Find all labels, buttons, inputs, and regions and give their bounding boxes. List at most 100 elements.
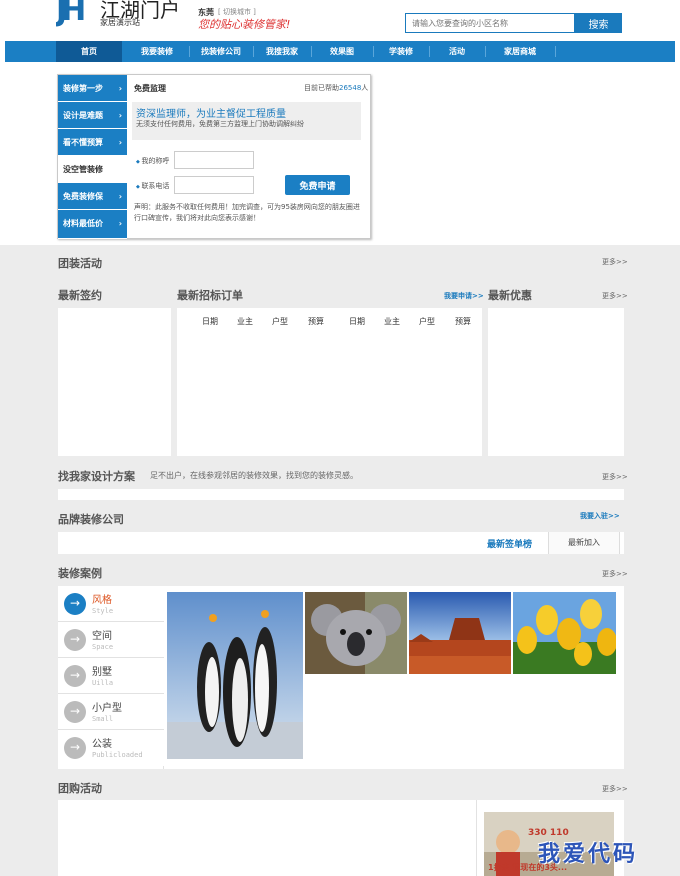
chevron-right-icon: › <box>118 84 122 93</box>
chevron-right-icon: › <box>118 138 122 147</box>
nav-decorate[interactable]: 我要装修 <box>125 41 189 62</box>
case-en-name: Publicloaded <box>92 751 143 759</box>
sidebar-label: 看不懂预算 <box>63 138 103 147</box>
case-category-list: → 风格 Style → 空间 Space → 别墅 Uilla → 小户型 S… <box>58 586 164 769</box>
case-name: 小户型 <box>92 703 122 714</box>
case-en-name: Uilla <box>92 679 114 687</box>
case-en-name: Style <box>92 607 114 615</box>
sidebar-item-material[interactable]: 材料最低价 › <box>58 210 127 239</box>
designer-title: 找我家设计方案 <box>58 470 135 483</box>
nav-learn[interactable]: 学装修 <box>373 41 429 62</box>
more-link[interactable]: 更多>> <box>602 291 628 301</box>
designer-panel <box>58 489 624 500</box>
more-link[interactable]: 更多>> <box>602 784 628 794</box>
case-category-public[interactable]: → 公装 Publicloaded <box>58 730 164 766</box>
more-link[interactable]: 更多>> <box>602 257 628 267</box>
slogan: 您的贴心装修管家! <box>198 18 291 31</box>
latest-sign-title: 最新签约 <box>58 289 102 302</box>
chevron-right-icon: › <box>118 111 122 120</box>
group-activity-title: 团装活动 <box>58 257 102 270</box>
bid-column-header: 户型 <box>272 317 288 326</box>
tab-new-join[interactable]: 最新加入 <box>548 532 620 554</box>
name-label: 我的称呼 <box>136 156 169 166</box>
supervision-title: 免费监理 <box>134 84 166 93</box>
bid-orders-panel: 日期 业主 户型 预算 日期 业主 户型 预算 <box>177 308 482 456</box>
logo-mark[interactable]: JH <box>56 0 100 28</box>
sidebar-item-first-step[interactable]: 装修第一步 › <box>58 75 127 102</box>
supervision-note: 无须支付任何费用，免费第三方监理上门协助调解纠纷 <box>136 120 304 128</box>
arrow-right-icon: → <box>64 665 86 687</box>
arrow-right-icon: → <box>64 629 86 651</box>
more-link[interactable]: 更多>> <box>602 569 628 579</box>
help-count: 目前已帮助26548人 <box>304 84 369 92</box>
cases-title: 装修案例 <box>58 567 102 580</box>
nav-activity[interactable]: 活动 <box>429 41 485 62</box>
latest-sign-panel <box>58 308 171 456</box>
arrow-right-icon: → <box>64 701 86 723</box>
case-category-villa[interactable]: → 别墅 Uilla <box>58 658 164 694</box>
search-button[interactable]: 搜索 <box>575 13 622 33</box>
logo-subtitle: 家居演示站 <box>100 18 140 27</box>
chevron-right-icon: › <box>118 219 122 228</box>
supervision-panel: 装修第一步 › 设计是难题 › 看不懂预算 › 没空管装修 免费装修保 › 材料最低价 ›… <box>57 74 371 239</box>
bid-column-header: 业主 <box>237 317 253 326</box>
case-image-tulips[interactable] <box>513 592 616 674</box>
arrow-right-icon: → <box>64 593 86 615</box>
case-en-name: Small <box>92 715 114 723</box>
disclaimer: 声明：此服务不收取任何费用！加完调查，可为95装房网向您的朋友圈进行口碑宣传，我… <box>134 203 360 222</box>
sidebar-item-design[interactable]: 设计是难题 › <box>58 102 127 129</box>
case-category-style[interactable]: → 风格 Style <box>58 586 164 622</box>
case-en-name: Space <box>92 643 114 651</box>
bid-column-header: 业主 <box>384 317 400 326</box>
apply-link[interactable]: 我要申请>> <box>444 291 484 301</box>
sidebar-label: 装修第一步 <box>63 84 103 93</box>
cases-panel: → 风格 Style → 空间 Space → 别墅 Uilla → 小户型 S… <box>58 586 624 769</box>
sidebar-label: 没空管装修 <box>63 165 103 174</box>
arrow-right-icon: → <box>64 737 86 759</box>
case-image-desert[interactable] <box>409 592 511 674</box>
sidebar-label: 设计是难题 <box>63 111 103 120</box>
case-name: 风格 <box>92 595 112 606</box>
sidebar-label: 材料最低价 <box>63 219 103 228</box>
case-image-penguins[interactable] <box>167 592 303 759</box>
search-input[interactable] <box>405 13 575 33</box>
sidebar-item-budget[interactable]: 看不懂预算 › <box>58 129 127 156</box>
supervision-banner: 资深监理师，为业主督促工程质量 无须支付任何费用，免费第三方监理上门协助调解纠纷 <box>132 102 361 140</box>
watermark-text: 我爱代码 <box>538 842 639 867</box>
name-input[interactable] <box>174 151 254 169</box>
bid-column-header: 预算 <box>455 317 471 326</box>
group-buy-title: 团购活动 <box>58 782 102 795</box>
nav-my-home[interactable]: 我搜我家 <box>253 41 311 62</box>
sidebar-item-no-time[interactable]: 没空管装修 <box>58 156 127 183</box>
bid-column-header: 预算 <box>308 317 324 326</box>
bid-column-header: 日期 <box>349 317 365 326</box>
sidebar-label: 免费装修保 <box>63 192 103 201</box>
nav-mall[interactable]: 家居商城 <box>485 41 555 62</box>
case-image-koala[interactable] <box>305 592 407 674</box>
main-nav: 首页 我要装修 找装修公司 我搜我家 效果图 学装修 活动 家居商城 <box>5 41 675 62</box>
brand-company-panel: 最新签单榜 最新加入 <box>58 532 624 554</box>
nav-effect-pics[interactable]: 效果图 <box>311 41 373 62</box>
phone-input[interactable] <box>174 176 254 194</box>
case-name: 公装 <box>92 739 112 750</box>
nav-home[interactable]: 首页 <box>56 41 122 62</box>
chevron-right-icon: › <box>118 192 122 201</box>
case-name: 别墅 <box>92 667 112 678</box>
more-link[interactable]: 更多>> <box>602 472 628 482</box>
nav-find-company[interactable]: 找装修公司 <box>189 41 253 62</box>
case-category-small[interactable]: → 小户型 Small <box>58 694 164 730</box>
designer-description: 足不出户，在线参观邻居的装修效果，找到您的装修灵感。 <box>150 471 358 480</box>
join-link[interactable]: 我要入驻>> <box>580 511 620 521</box>
sidebar-item-guarantee[interactable]: 免费装修保 › <box>58 183 127 210</box>
tab-sign-rank[interactable]: 最新签单榜 <box>487 537 532 550</box>
brand-company-title: 品牌装修公司 <box>58 513 124 526</box>
supervision-headline: 资深监理师，为业主督促工程质量 <box>136 109 286 120</box>
bid-column-header: 户型 <box>419 317 435 326</box>
phone-label: 联系电话 <box>136 181 169 191</box>
latest-offer-title: 最新优惠 <box>488 289 532 302</box>
latest-offer-panel <box>488 308 624 456</box>
case-category-space[interactable]: → 空间 Space <box>58 622 164 658</box>
free-apply-button[interactable]: 免费申请 <box>285 175 350 195</box>
bid-column-header: 日期 <box>202 317 218 326</box>
latest-bid-title: 最新招标订单 <box>177 289 243 302</box>
